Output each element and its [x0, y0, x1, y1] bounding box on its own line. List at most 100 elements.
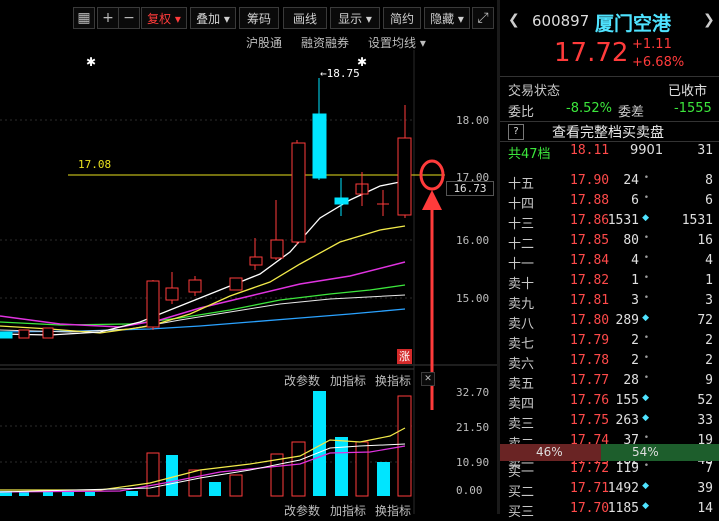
sell-level-change: 3 [705, 293, 713, 308]
sell-level-price: 17.79 [570, 333, 610, 348]
stock-code: 600897 [532, 12, 590, 30]
sub-change-params[interactable]: 改参数 [284, 372, 320, 389]
weicha-value: -1555 [674, 101, 712, 116]
buy-level-row[interactable]: 买三 17.70 1185 ◆ 14 [500, 501, 719, 521]
sub2-add-indicator[interactable]: 加指标 [330, 502, 366, 519]
sell-level-change: 2 [705, 333, 713, 348]
limit-up-badge: 涨 [397, 349, 412, 364]
sell-level-marker-icon: • [643, 193, 649, 203]
chart-toolbar: ▦ + − 复权 ▾ 叠加 ▾ 筹码 画线 显示 ▾ 简约 隐藏 ▾ ⤢ [0, 0, 497, 34]
simple-button[interactable]: 简约 [383, 7, 421, 29]
zoom-out-icon[interactable]: − [118, 7, 140, 29]
next-arrow-icon[interactable]: ❯ [703, 12, 715, 28]
sell-level-row[interactable]: 十一 17.84 4 • 4 [500, 253, 719, 273]
sell-level-price: 17.76 [570, 393, 610, 408]
buy-level-price: 17.71 [570, 481, 610, 496]
display-button[interactable]: 显示 ▾ [330, 7, 380, 29]
sell-level-price: 17.77 [570, 373, 610, 388]
sell-level-row[interactable]: 卖七 17.79 2 • 2 [500, 333, 719, 353]
sell-level-row[interactable]: 卖九 17.81 3 • 3 [500, 293, 719, 313]
sell-level-price: 17.84 [570, 253, 610, 268]
sell-level-price: 17.85 [570, 233, 610, 248]
sub-close-icon[interactable]: ✕ [421, 372, 435, 386]
weicha-label: 委差 [618, 105, 645, 120]
sub2-change-params[interactable]: 改参数 [284, 502, 320, 519]
sell-level-label: 十三 [508, 217, 535, 232]
sell-level-volume: 2 [631, 333, 639, 348]
sell-level-label: 十五 [508, 177, 535, 192]
overlay-button[interactable]: 叠加 ▾ [190, 7, 236, 29]
fuquan-button[interactable]: 复权 ▾ [141, 7, 187, 29]
buy-level-row[interactable]: 买一 17.72 119 • 7 [500, 461, 719, 481]
full-book-link[interactable]: 查看完整档买卖盘 [552, 122, 664, 142]
sell-level-price: 17.88 [570, 193, 610, 208]
vol-tick-4: 0.00 [456, 484, 483, 497]
buy-level-label: 买一 [508, 465, 535, 480]
sell-level-row[interactable]: 十五 17.90 24 • 8 [500, 173, 719, 193]
sub2-swap-indicator[interactable]: 换指标 [375, 502, 411, 519]
sell-level-label: 卖十 [508, 277, 535, 292]
chips-button[interactable]: 筹码 [239, 7, 279, 29]
price-change: +1.11 [632, 37, 672, 52]
sell-level-marker-icon: • [643, 353, 649, 363]
sell-level-volume: 4 [631, 253, 639, 268]
sell-level-volume: 3 [631, 293, 639, 308]
total-vol: 9901 [630, 143, 664, 158]
ma-setting-link[interactable]: 设置均线 ▾ [368, 34, 426, 51]
sell-level-row[interactable]: 十四 17.88 6 • 6 [500, 193, 719, 213]
ratio-left-label: 46% [536, 445, 563, 459]
sell-level-label: 十二 [508, 237, 535, 252]
sell-level-marker-icon: • [643, 173, 649, 183]
hide-button[interactable]: 隐藏 ▾ [424, 7, 470, 29]
sell-level-marker-icon: • [643, 233, 649, 243]
total-chg: 31 [697, 143, 713, 158]
sell-level-label: 卖八 [508, 317, 535, 332]
fullscreen-icon[interactable]: ⤢ [472, 7, 494, 29]
price-tick-current: 16.73 [446, 181, 494, 196]
quote-divider-1 [500, 76, 719, 77]
display-label: 显示 [338, 12, 363, 26]
sell-level-row[interactable]: 卖六 17.78 2 • 2 [500, 353, 719, 373]
sell-level-row[interactable]: 卖十 17.82 1 • 1 [500, 273, 719, 293]
sell-level-row[interactable]: 卖三 17.75 263 ◆ 33 [500, 413, 719, 433]
sell-level-label: 卖九 [508, 297, 535, 312]
hide-label: 隐藏 [430, 12, 455, 26]
sell-level-label: 卖六 [508, 357, 535, 372]
price-tick-18: 18.00 [456, 114, 490, 127]
sell-level-volume: 2 [631, 353, 639, 368]
sell-level-label: 卖四 [508, 397, 535, 412]
buy-level-marker-icon: ◆ [642, 481, 649, 491]
zoom-in-icon[interactable]: + [97, 7, 119, 29]
buy-level-row[interactable]: 买二 17.71 1492 ◆ 39 [500, 481, 719, 501]
prev-arrow-icon[interactable]: ❮ [508, 12, 520, 28]
sell-level-marker-icon: ◆ [642, 413, 649, 423]
sell-level-volume: 28 [623, 373, 639, 388]
sell-level-marker-icon: ◆ [642, 393, 649, 403]
draw-line-button[interactable]: 画线 [283, 7, 327, 29]
sell-level-marker-icon: • [643, 253, 649, 263]
sell-level-volume: 6 [631, 193, 639, 208]
sell-level-price: 17.81 [570, 293, 610, 308]
buy-level-volume: 1492 [607, 481, 639, 496]
sell-level-change: 16 [697, 233, 713, 248]
sell-level-change: 2 [705, 353, 713, 368]
sell-level-change: 8 [705, 173, 713, 188]
sub-swap-indicator[interactable]: 换指标 [375, 372, 411, 389]
sell-level-price: 17.90 [570, 173, 610, 188]
sell-level-change: 6 [705, 193, 713, 208]
sell-level-row[interactable]: 卖八 17.80 289 ◆ 72 [500, 313, 719, 333]
sell-level-volume: 289 [615, 313, 639, 328]
sell-level-change: 52 [697, 393, 713, 408]
price-tick-16: 16.00 [456, 234, 490, 247]
sell-level-row[interactable]: 卖五 17.77 28 • 9 [500, 373, 719, 393]
fuquan-label: 复权 [147, 12, 172, 26]
hgt-link[interactable]: 沪股通 [246, 34, 282, 51]
sell-level-row[interactable]: 卖四 17.76 155 ◆ 52 [500, 393, 719, 413]
sell-level-row[interactable]: 十三 17.86 1531 ◆ 1531 [500, 213, 719, 233]
help-icon[interactable]: ? [508, 124, 524, 140]
sell-level-row[interactable]: 十二 17.85 80 • 16 [500, 233, 719, 253]
high-annotation: ←18.75 [320, 67, 360, 80]
margin-link[interactable]: 融资融券 [301, 34, 349, 51]
sub-add-indicator[interactable]: 加指标 [330, 372, 366, 389]
grid-icon[interactable]: ▦ [73, 7, 95, 29]
